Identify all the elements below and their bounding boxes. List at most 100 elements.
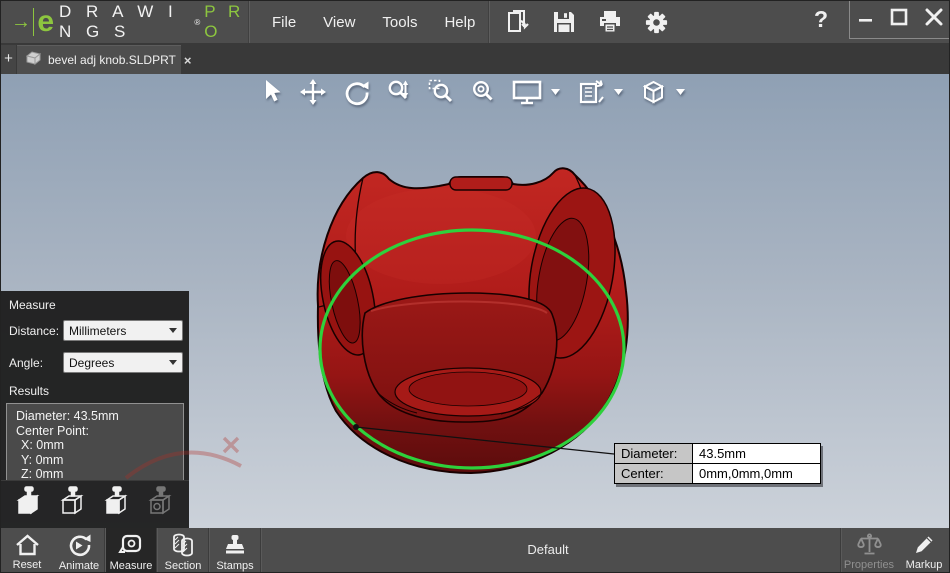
new-tab-button[interactable]: +	[1, 45, 16, 74]
result-x: X: 0mm	[16, 438, 177, 453]
callout-diameter-label: Diameter:	[615, 444, 692, 463]
markup-button[interactable]: Markup	[899, 528, 949, 573]
animate-icon	[66, 532, 92, 558]
isometric-view-dropdown-icon[interactable]	[676, 89, 685, 95]
settings-gear-icon[interactable]	[644, 10, 669, 35]
results-label: Results	[1, 382, 189, 403]
distance-units-value: Millimeters	[69, 324, 126, 338]
stamp-icon	[222, 532, 248, 558]
animate-label: Animate	[59, 560, 99, 572]
full-screen-icon[interactable]	[512, 79, 542, 106]
logo-e: e	[37, 9, 54, 35]
properties-label: Properties	[844, 559, 894, 571]
results-box: Diameter: 43.5mm Center Point: X: 0mm Y:…	[6, 403, 184, 481]
configuration-name: Default	[527, 542, 568, 557]
callout-center-label: Center:	[615, 463, 692, 483]
measure-label: Measure	[110, 560, 153, 572]
measure-panel: Measure Distance: Millimeters Angle: Deg…	[1, 291, 189, 528]
section-label: Section	[165, 560, 202, 572]
menu-help[interactable]: Help	[444, 14, 475, 31]
angle-units-select[interactable]: Degrees	[63, 352, 183, 373]
help-icon[interactable]: ?	[814, 6, 828, 33]
measure-edge-icon[interactable]	[59, 486, 87, 521]
view-orientation-icon[interactable]	[577, 78, 605, 106]
callout-diameter-row: Diameter: 43.5mm	[615, 444, 820, 463]
measure-tool-icons	[1, 480, 189, 526]
tab-bevel-adj-knob[interactable]: bevel adj knob.SLDPRT ×	[17, 45, 181, 74]
pencil-icon	[912, 532, 937, 557]
reset-label: Reset	[13, 559, 42, 571]
minimize-icon[interactable]	[858, 9, 874, 30]
angle-units-value: Degrees	[69, 356, 114, 370]
stamps-button[interactable]: Stamps	[209, 528, 261, 573]
zoom-to-area-icon[interactable]	[428, 79, 454, 105]
zoom-icon[interactable]	[387, 79, 411, 105]
menu-view[interactable]: View	[323, 14, 355, 31]
tab-close-icon[interactable]: ×	[184, 53, 192, 68]
result-diameter: Diameter: 43.5mm	[16, 409, 177, 424]
markup-label: Markup	[906, 559, 943, 571]
separator	[104, 528, 105, 573]
measure-point-to-point-icon[interactable]	[15, 486, 43, 521]
callout-center-value: 0mm,0mm,0mm	[692, 463, 820, 483]
menu-file[interactable]: File	[272, 14, 296, 31]
angle-units-row: Angle: Degrees	[1, 350, 189, 375]
part-file-icon	[25, 51, 42, 70]
section-icon	[170, 532, 196, 558]
distance-units-select[interactable]: Millimeters	[63, 320, 183, 341]
measure-button[interactable]: Measure	[105, 528, 157, 573]
result-y: Y: 0mm	[16, 453, 177, 468]
pan-icon[interactable]	[300, 79, 326, 105]
logo-name: D R A W I N G S	[59, 2, 194, 42]
home-icon	[14, 532, 41, 557]
view-orientation-dropdown-icon[interactable]	[614, 89, 623, 95]
distance-units-row: Distance: Millimeters	[1, 318, 189, 343]
measure-face-icon[interactable]	[103, 486, 131, 521]
chevron-down-icon	[169, 360, 177, 365]
close-icon[interactable]	[925, 8, 943, 31]
angle-label: Angle:	[9, 356, 63, 370]
logo-arrow-icon: →	[11, 11, 31, 34]
title-bar: → e D R A W I N G S ® P R O File View To…	[1, 1, 950, 43]
scales-icon	[856, 532, 883, 557]
menu-bar: File View Tools Help	[250, 14, 489, 31]
print-icon[interactable]	[597, 9, 623, 35]
logo-edition: P R O	[204, 2, 249, 42]
rotate-icon[interactable]	[343, 79, 370, 106]
animate-button[interactable]: Animate	[53, 528, 105, 573]
reset-button[interactable]: Reset	[1, 528, 53, 573]
save-icon[interactable]	[552, 10, 576, 34]
view-toolbar	[261, 78, 685, 106]
separator	[260, 528, 261, 573]
tab-bar: + bevel adj knob.SLDPRT ×	[1, 43, 950, 74]
full-screen-dropdown-icon[interactable]	[551, 89, 560, 95]
properties-button: Properties	[841, 528, 897, 573]
chevron-down-icon	[169, 328, 177, 333]
window-controls	[849, 1, 950, 39]
measure-origin-disabled-icon	[147, 486, 175, 521]
callout-diameter-value: 43.5mm	[692, 444, 820, 463]
logo-bar	[33, 8, 34, 36]
stamps-label: Stamps	[216, 560, 253, 572]
separator	[156, 528, 157, 573]
edrawings-logo: → e D R A W I N G S ® P R O	[1, 1, 249, 43]
logo-registered-mark: ®	[194, 18, 200, 27]
result-center-point: Center Point:	[16, 424, 177, 439]
separator	[208, 528, 209, 573]
tab-label: bevel adj knob.SLDPRT	[48, 53, 176, 67]
quick-toolbar	[490, 9, 669, 35]
menu-tools[interactable]: Tools	[382, 14, 417, 31]
section-button[interactable]: Section	[157, 528, 209, 573]
measure-anchor-point	[353, 424, 359, 430]
zoom-to-fit-icon[interactable]	[471, 79, 495, 105]
measure-panel-title: Measure	[1, 291, 189, 318]
distance-label: Distance:	[9, 324, 63, 338]
select-icon[interactable]	[261, 79, 283, 105]
open-icon[interactable]	[505, 9, 531, 35]
measure-tape-icon	[118, 532, 144, 558]
isometric-view-icon[interactable]	[640, 78, 667, 106]
callout-center-row: Center: 0mm,0mm,0mm	[615, 463, 820, 483]
maximize-icon[interactable]	[890, 8, 908, 31]
bottom-toolbar: Reset Animate Measure Section Stamps Def…	[1, 528, 950, 573]
measurement-callout: Diameter: 43.5mm Center: 0mm,0mm,0mm	[614, 443, 821, 484]
